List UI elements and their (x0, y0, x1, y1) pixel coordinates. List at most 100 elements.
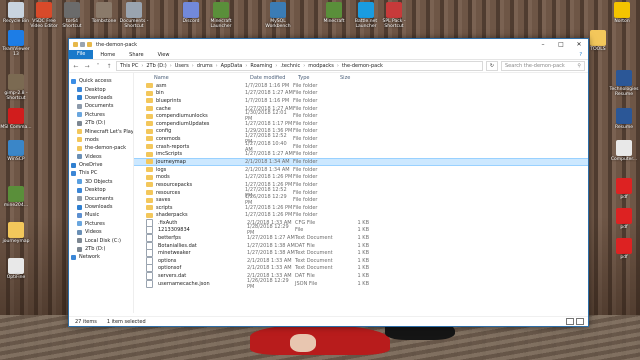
nav-item[interactable]: Quick access (69, 77, 133, 85)
file-row[interactable]: asm 1/7/2018 1:16 PM File folder (134, 82, 588, 90)
breadcrumb-item[interactable]: modpacks (308, 63, 334, 69)
desktop-shortcut[interactable]: MySQL Workbench (262, 2, 294, 29)
minimize-button[interactable]: – (534, 39, 552, 50)
breadcrumb-item[interactable]: Roaming (250, 63, 272, 69)
desktop-shortcut[interactable]: mine204... (0, 186, 32, 208)
file-row[interactable]: .fixAuth 2/1/2018 1:33 AM CFG File 1 KB (134, 218, 588, 227)
desktop-shortcut[interactable]: MSI Comma... (0, 108, 32, 130)
desktop-shortcut[interactable]: Discord (175, 2, 207, 24)
forward-arrow-icon[interactable]: → (83, 63, 91, 70)
breadcrumb-item[interactable]: the-demon-pack (342, 63, 383, 69)
file-row[interactable]: logs 2/1/2018 1:34 AM File folder (134, 166, 588, 174)
maximize-button[interactable]: □ (552, 39, 570, 50)
nav-item[interactable]: Downloads (69, 203, 133, 211)
nav-item[interactable]: Documents (69, 194, 133, 202)
nav-item[interactable]: Documents (69, 102, 133, 110)
tab-file[interactable]: File (69, 50, 94, 59)
column-type[interactable]: Type (298, 75, 340, 81)
nav-item[interactable]: Downloads (69, 94, 133, 102)
recent-dropdown-icon[interactable]: ˅ (94, 63, 102, 70)
search-box[interactable]: Search the-demon-pack ⚲ (501, 61, 585, 71)
file-row[interactable]: betterfps 1/27/2018 1:27 AM Text Document 1… (134, 234, 588, 243)
file-row[interactable]: journeymap 2/1/2018 1:34 AM File folder (134, 157, 588, 166)
file-row[interactable]: crash-reports 1/27/2018 10:40 AM File fold… (134, 141, 588, 153)
tab-view[interactable]: View (151, 52, 177, 58)
properties-icon[interactable] (80, 42, 85, 47)
file-row[interactable]: usernamecache.json 1/26/2018 12:29 PM JSON… (134, 278, 588, 290)
desktop-shortcut[interactable]: Technologies Resume (608, 70, 640, 97)
title-bar[interactable]: the-demon-pack – □ ✕ (69, 39, 588, 50)
file-row[interactable]: blueprints 1/7/2018 1:16 PM File folder (134, 97, 588, 105)
file-row[interactable]: mods 1/27/2018 1:26 PM File folder (134, 174, 588, 182)
file-row[interactable]: shaderpacks 1/27/2018 1:26 PM File folder (134, 212, 588, 220)
nav-item[interactable]: Desktop (69, 186, 133, 194)
close-button[interactable]: ✕ (570, 39, 588, 50)
breadcrumb-item[interactable]: drums (197, 63, 213, 69)
file-row[interactable]: optionsof 2/1/2018 1:33 AM Text Document 1 … (134, 264, 588, 273)
file-row[interactable]: cache 1/27/2018 1:27 AM File folder (134, 105, 588, 113)
file-row[interactable]: resourcepacks 1/27/2018 1:26 PM File folde… (134, 181, 588, 189)
large-icons-view-icon[interactable] (576, 318, 584, 325)
nav-item[interactable]: 2Tb (D:) (69, 245, 133, 253)
file-row[interactable]: Botaniallies.dat 1/27/2018 1:38 AM DAT Fil… (134, 241, 588, 250)
file-row[interactable]: imcScripts 1/27/2018 1:27 AM File folder (134, 150, 588, 158)
nav-item[interactable]: Music (69, 211, 133, 219)
file-row[interactable]: resources 1/27/2018 12:52 PM File folder (134, 187, 588, 199)
file-row[interactable]: bin 1/27/2018 1:27 AM File folder (134, 90, 588, 98)
file-row[interactable]: saves 1/26/2018 12:29 PM File folder (134, 194, 588, 206)
file-row[interactable]: servers.dat 2/1/2018 1:33 AM DAT File 1 KB (134, 272, 588, 281)
file-row[interactable]: 1213309834 1/28/2018 12:29 PM File 1 KB (134, 224, 588, 236)
file-row[interactable]: compendiumUpdates 1/27/2018 1:17 PM File f… (134, 120, 588, 128)
desktop-shortcut[interactable]: TeamViewer 13 (0, 30, 32, 57)
desktop-shortcut[interactable]: Computer... (608, 140, 640, 162)
nav-item[interactable]: OneDrive (69, 161, 133, 169)
address-bar[interactable]: This PC › 2Tb (D:) › Users › drums › AppData › Roa… (116, 61, 483, 71)
file-row[interactable]: minetweaker 1/27/2018 1:38 AM Text Documen… (134, 249, 588, 258)
file-row[interactable]: config 1/29/2018 1:36 PM File folder (134, 128, 588, 136)
breadcrumb-item[interactable]: .technic (280, 63, 300, 69)
nav-item[interactable]: Pictures (69, 111, 133, 119)
desktop-shortcut[interactable]: Minecraft Launcher (205, 2, 237, 29)
nav-item[interactable]: Network (69, 253, 133, 261)
nav-item[interactable]: Videos (69, 153, 133, 161)
nav-item[interactable]: 3D Objects (69, 178, 133, 186)
nav-item[interactable]: 2Tb (D:) (69, 119, 133, 127)
desktop-shortcut[interactable]: pdf (608, 238, 640, 260)
file-row[interactable]: options 2/1/2018 1:33 AM Text Document 1 KB (134, 256, 588, 265)
refresh-icon[interactable]: ↻ (486, 61, 498, 71)
breadcrumb-item[interactable]: AppData (221, 63, 243, 69)
column-name[interactable]: Name (138, 75, 250, 81)
new-folder-icon[interactable] (87, 42, 92, 47)
details-view-icon[interactable] (566, 318, 574, 325)
nav-item[interactable]: Desktop (69, 85, 133, 93)
desktop-shortcut[interactable]: Resume (608, 108, 640, 130)
back-arrow-icon[interactable]: ← (72, 63, 80, 70)
desktop-shortcut[interactable]: Tombstone (88, 2, 120, 24)
desktop-shortcut[interactable]: tor64 Shortcut (56, 2, 88, 29)
column-size[interactable]: Size (340, 75, 380, 81)
file-row[interactable]: coremods 1/27/2018 12:52 PM File folder (134, 133, 588, 145)
desktop-shortcut[interactable]: Documents - Shortcut (118, 2, 150, 29)
column-date-modified[interactable]: Date modified (250, 75, 298, 81)
tab-share[interactable]: Share (122, 52, 150, 58)
desktop-shortcut[interactable]: pdf (608, 178, 640, 200)
desktop-shortcut[interactable]: gimp-2.8 - Shortcut (0, 74, 32, 101)
breadcrumb-item[interactable]: 2Tb (D:) (146, 63, 166, 69)
help-icon[interactable]: ? (579, 52, 588, 58)
desktop-shortcut[interactable]: journeymap (0, 222, 32, 244)
desktop-shortcut[interactable]: Norton (606, 2, 638, 24)
breadcrumb-item[interactable]: Users (175, 63, 189, 69)
nav-item[interactable]: Minecraft Let's Play (69, 127, 133, 135)
desktop-shortcut[interactable]: WinSCP (0, 140, 32, 162)
nav-item[interactable]: mods (69, 136, 133, 144)
up-arrow-icon[interactable]: ↑ (105, 63, 113, 70)
file-row[interactable]: scripts 1/27/2018 1:26 PM File folder (134, 204, 588, 212)
desktop-shortcut[interactable]: SPL Pack - Shortcut (378, 2, 410, 29)
desktop-shortcut[interactable]: pdf (608, 208, 640, 230)
nav-item[interactable]: Videos (69, 228, 133, 236)
desktop-shortcut[interactable]: Minecraft (318, 2, 350, 24)
nav-item[interactable]: This PC (69, 169, 133, 177)
desktop-shortcut[interactable]: OptiFine (0, 258, 32, 280)
tab-home[interactable]: Home (93, 52, 122, 58)
nav-item[interactable]: Local Disk (C:) (69, 236, 133, 244)
